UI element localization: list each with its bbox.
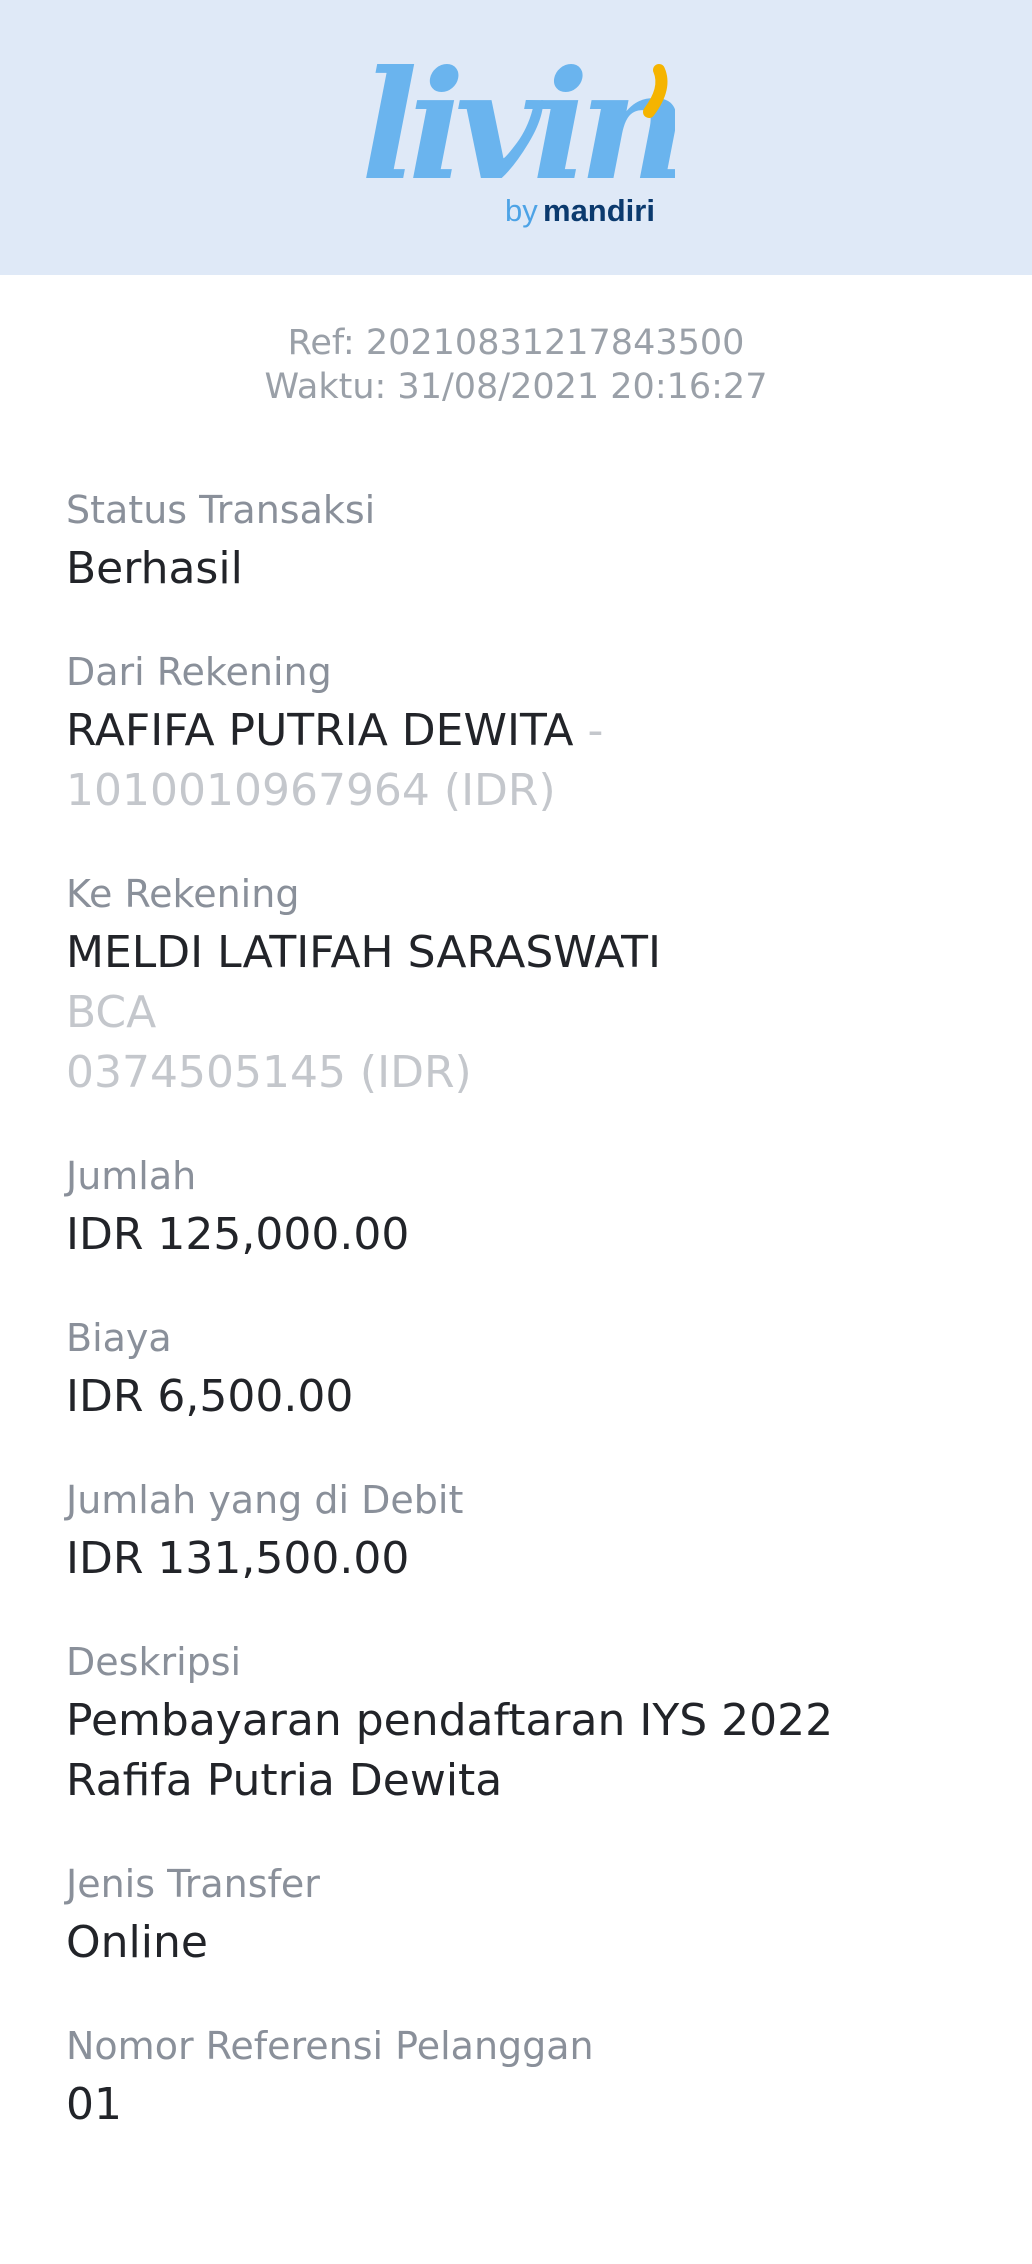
description-label: Deskripsi xyxy=(66,1640,242,1684)
description-field: Deskripsi Pembayaran pendaftaran IYS 202… xyxy=(66,1639,966,1811)
transaction-time: Waktu: 31/08/2021 20:16:27 xyxy=(264,367,768,407)
transaction-details: Status Transaksi Berhasil Dari Rekening … xyxy=(0,409,1032,2135)
debited-amount-value: IDR 131,500.00 xyxy=(66,1533,410,1584)
source-account-field: Dari Rekening RAFIFA PUTRIA DEWITA - 101… xyxy=(66,649,966,821)
status-field: Status Transaksi Berhasil xyxy=(66,487,966,599)
fee-label: Biaya xyxy=(66,1316,172,1360)
source-account-name: RAFIFA PUTRIA DEWITA xyxy=(66,705,574,756)
amount-label: Jumlah xyxy=(66,1154,197,1198)
customer-reference-field: Nomor Referensi Pelanggan 01 xyxy=(66,2023,966,2135)
destination-account-name: MELDI LATIFAH SARASWATI xyxy=(66,927,661,978)
brand-by-text: by xyxy=(505,193,538,228)
source-account-value: RAFIFA PUTRIA DEWITA - 1010010967964 (ID… xyxy=(66,701,966,821)
reference-number: Ref: 20210831217843500 xyxy=(287,323,745,363)
customer-reference-label: Nomor Referensi Pelanggan xyxy=(66,2024,594,2068)
amount-field: Jumlah IDR 125,000.00 xyxy=(66,1153,966,1265)
destination-account-label: Ke Rekening xyxy=(66,872,300,916)
fee-field: Biaya IDR 6,500.00 xyxy=(66,1315,966,1427)
destination-bank: BCA xyxy=(66,987,157,1038)
status-value: Berhasil xyxy=(66,543,243,594)
transfer-type-value: Online xyxy=(66,1917,208,1968)
debited-amount-field: Jumlah yang di Debit IDR 131,500.00 xyxy=(66,1477,966,1589)
customer-reference-value: 01 xyxy=(66,2079,122,2130)
description-value: Pembayaran pendaftaran IYS 2022 Rafifa P… xyxy=(66,1695,834,1806)
receipt-header: livin' by mandiri xyxy=(0,0,1032,275)
transfer-type-field: Jenis Transfer Online xyxy=(66,1861,966,1973)
transfer-type-label: Jenis Transfer xyxy=(66,1862,320,1906)
destination-account-number: 0374505145 (IDR) xyxy=(66,1047,472,1098)
brand-mandiri-text: mandiri xyxy=(543,193,655,228)
livin-by-mandiri-logo: livin' by mandiri xyxy=(355,40,675,240)
source-account-label: Dari Rekening xyxy=(66,650,332,694)
destination-account-field: Ke Rekening MELDI LATIFAH SARASWATI BCA … xyxy=(66,871,966,1103)
debited-amount-label: Jumlah yang di Debit xyxy=(66,1478,464,1522)
transaction-meta: Ref: 20210831217843500 Waktu: 31/08/2021… xyxy=(0,275,1032,409)
amount-value: IDR 125,000.00 xyxy=(66,1209,410,1260)
livin-logo-wordmark: livin' xyxy=(361,40,675,214)
fee-value: IDR 6,500.00 xyxy=(66,1371,354,1422)
status-label: Status Transaksi xyxy=(66,488,376,532)
